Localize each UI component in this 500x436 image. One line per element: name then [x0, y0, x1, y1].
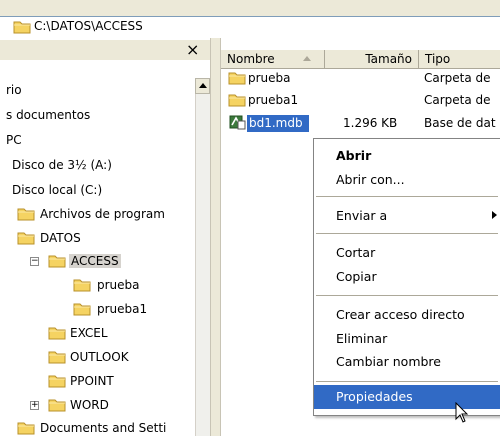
- tree-item[interactable]: DATOS: [40, 231, 81, 245]
- file-type: Carpeta de: [424, 71, 491, 85]
- folder-icon: [48, 398, 66, 412]
- column-header-size[interactable]: Tamaño: [325, 50, 419, 68]
- sort-ascending-icon: [303, 56, 311, 61]
- folder-icon: [48, 350, 66, 364]
- tree-item[interactable]: Disco de 3½ (A:): [12, 158, 112, 172]
- column-label: Tamaño: [365, 52, 412, 66]
- folder-icon: [17, 421, 35, 435]
- menu-item-abrir[interactable]: Abrir: [314, 145, 500, 167]
- tree-item[interactable]: WORD: [70, 398, 109, 412]
- tree-item[interactable]: Disco local (C:): [12, 183, 102, 197]
- menu-item-propiedades[interactable]: Propiedades: [314, 386, 500, 408]
- folder-icon: [73, 302, 91, 316]
- tree-item[interactable]: Documents and Setti: [40, 421, 166, 435]
- close-icon[interactable]: ×: [186, 41, 199, 59]
- tree-item[interactable]: EXCEL: [70, 326, 108, 340]
- menu-item-cambiar-nombre[interactable]: Cambiar nombre: [314, 351, 500, 373]
- tree-item[interactable]: PC: [6, 133, 22, 147]
- folder-icon: [48, 374, 66, 388]
- file-name[interactable]: prueba: [248, 71, 291, 85]
- file-type: Carpeta de: [424, 93, 491, 107]
- file-size: 1.296 KB: [343, 116, 398, 130]
- tree-item[interactable]: PPOINT: [70, 374, 114, 388]
- menu-item-eliminar[interactable]: Eliminar: [314, 328, 500, 350]
- tree-item[interactable]: prueba1: [97, 302, 147, 316]
- pane-splitter[interactable]: [210, 38, 221, 436]
- file-name-selected[interactable]: bd1.mdb: [249, 116, 303, 130]
- menu-item-enviar-a[interactable]: Enviar a: [314, 205, 500, 227]
- tree-item[interactable]: s documentos: [6, 108, 90, 122]
- menu-separator: [316, 233, 498, 234]
- collapse-icon[interactable]: −: [30, 257, 39, 266]
- menu-separator: [316, 381, 498, 382]
- folder-icon: [228, 71, 246, 85]
- column-header-type[interactable]: Tipo: [419, 50, 500, 68]
- tree-item[interactable]: Archivos de program: [40, 207, 165, 221]
- column-label: Nombre: [227, 52, 275, 66]
- folder-icon: [13, 20, 31, 34]
- folder-icon: [48, 326, 66, 340]
- column-header-name[interactable]: Nombre: [221, 50, 325, 68]
- access-database-icon: [228, 114, 246, 130]
- address-path[interactable]: C:\DATOS\ACCESS: [34, 19, 143, 33]
- submenu-arrow-icon: [492, 211, 497, 219]
- menu-item-abrir-con[interactable]: Abrir con...: [314, 169, 500, 191]
- tree-item[interactable]: OUTLOOK: [70, 350, 129, 364]
- file-type: Base de dat: [424, 116, 496, 130]
- folder-icon: [17, 207, 35, 221]
- folder-open-icon: [48, 254, 66, 268]
- folder-icon: [17, 231, 35, 245]
- tree-item[interactable]: prueba: [97, 278, 140, 292]
- menu-separator: [316, 295, 498, 296]
- folder-icon: [228, 93, 246, 107]
- file-name[interactable]: prueba1: [248, 93, 298, 107]
- menu-item-crear-acceso-directo[interactable]: Crear acceso directo: [314, 304, 500, 326]
- menu-item-cortar[interactable]: Cortar: [314, 242, 500, 264]
- menu-item-copiar[interactable]: Copiar: [314, 266, 500, 288]
- tree-scrollbar[interactable]: [195, 78, 211, 436]
- folder-icon: [73, 278, 91, 292]
- menu-separator: [316, 196, 498, 197]
- tree-item-selected[interactable]: ACCESS: [69, 254, 121, 268]
- expand-icon[interactable]: +: [30, 401, 39, 410]
- scroll-up-button[interactable]: [195, 78, 210, 94]
- tree-item[interactable]: rio: [6, 83, 22, 97]
- tree-pane-header: [0, 40, 210, 60]
- mouse-cursor-icon: [455, 401, 471, 424]
- column-label: Tipo: [425, 52, 451, 66]
